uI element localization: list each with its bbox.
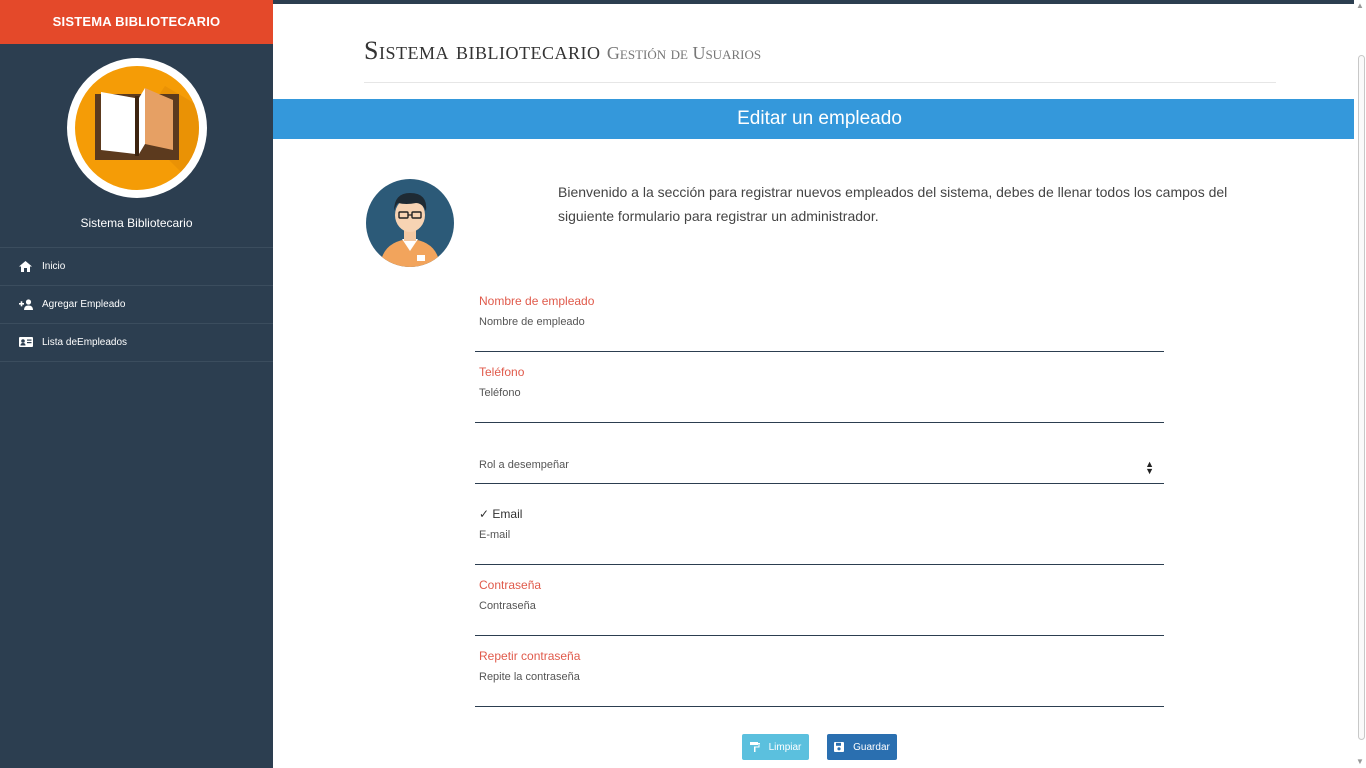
top-border: [273, 0, 1366, 4]
phone-input[interactable]: [479, 385, 1139, 401]
password-repeat-input[interactable]: [479, 669, 1139, 685]
library-logo: [67, 58, 207, 198]
email-input[interactable]: [479, 527, 1139, 543]
employee-avatar: [366, 179, 454, 267]
page-title: Sistema bibliotecario Gestión de Usuario…: [364, 36, 1276, 83]
sidebar-item-label: Agregar Empleado: [42, 299, 126, 310]
scroll-up-arrow-icon[interactable]: ▲: [1356, 2, 1364, 10]
panel-heading: Editar un empleado: [273, 99, 1366, 139]
password-repeat-label: Repetir contraseña: [479, 649, 581, 663]
scroll-down-arrow-icon[interactable]: ▼: [1356, 758, 1364, 766]
home-icon: [19, 260, 33, 273]
sidebar: SISTEMA BIBLIOTECARIO Sistema Biblioteca…: [0, 0, 273, 768]
add-user-icon: [19, 298, 33, 311]
sidebar-title: Sistema Bibliotecario: [80, 216, 193, 230]
clear-button[interactable]: Limpiar: [742, 734, 809, 760]
sidebar-item-label: Lista deEmpleados: [42, 337, 128, 348]
book-icon: [75, 66, 199, 190]
select-arrows-icon: ▲ ▼: [1145, 459, 1154, 476]
save-button[interactable]: Guardar: [827, 734, 897, 760]
name-input[interactable]: [479, 314, 1139, 330]
email-label: ✓ Email: [479, 507, 523, 521]
name-field-group: Nombre de empleado: [475, 292, 1164, 352]
role-select-value: Rol a desempeñar: [479, 459, 569, 471]
password-field-group: Contraseña: [475, 576, 1164, 636]
email-field-group: ✓ Email: [475, 505, 1164, 565]
intro-text: Bienvenido a la sección para registrar n…: [558, 184, 1228, 224]
save-button-label: Guardar: [853, 741, 890, 753]
floppy-disk-icon: [834, 742, 845, 752]
password-repeat-field-group: Repetir contraseña: [475, 647, 1164, 707]
page-title-sub: Gestión de Usuarios: [606, 43, 762, 63]
paint-roller-icon: [749, 742, 760, 752]
sidebar-item-label: Inicio: [42, 261, 66, 272]
sidebar-item-inicio[interactable]: Inicio: [0, 248, 273, 286]
password-input[interactable]: [479, 598, 1139, 614]
phone-field-group: Teléfono: [475, 363, 1164, 423]
password-label: Contraseña: [479, 578, 542, 592]
clear-button-label: Limpiar: [768, 741, 802, 753]
sidebar-item-lista-empleados[interactable]: Lista deEmpleados: [0, 324, 273, 362]
scrollbar-thumb[interactable]: [1358, 55, 1365, 740]
name-label: Nombre de empleado: [479, 294, 595, 308]
page-title-main: Sistema bibliotecario: [364, 36, 601, 65]
phone-label: Teléfono: [479, 365, 525, 379]
sidebar-logo-area: Sistema Bibliotecario: [0, 44, 273, 248]
role-select[interactable]: Rol a desempeñar ▲ ▼: [475, 424, 1164, 484]
sidebar-item-agregar-empleado[interactable]: Agregar Empleado: [0, 286, 273, 324]
id-card-icon: [19, 336, 33, 349]
sidebar-brand[interactable]: SISTEMA BIBLIOTECARIO: [0, 0, 273, 44]
page-scrollbar[interactable]: ▲ ▼: [1354, 0, 1366, 768]
